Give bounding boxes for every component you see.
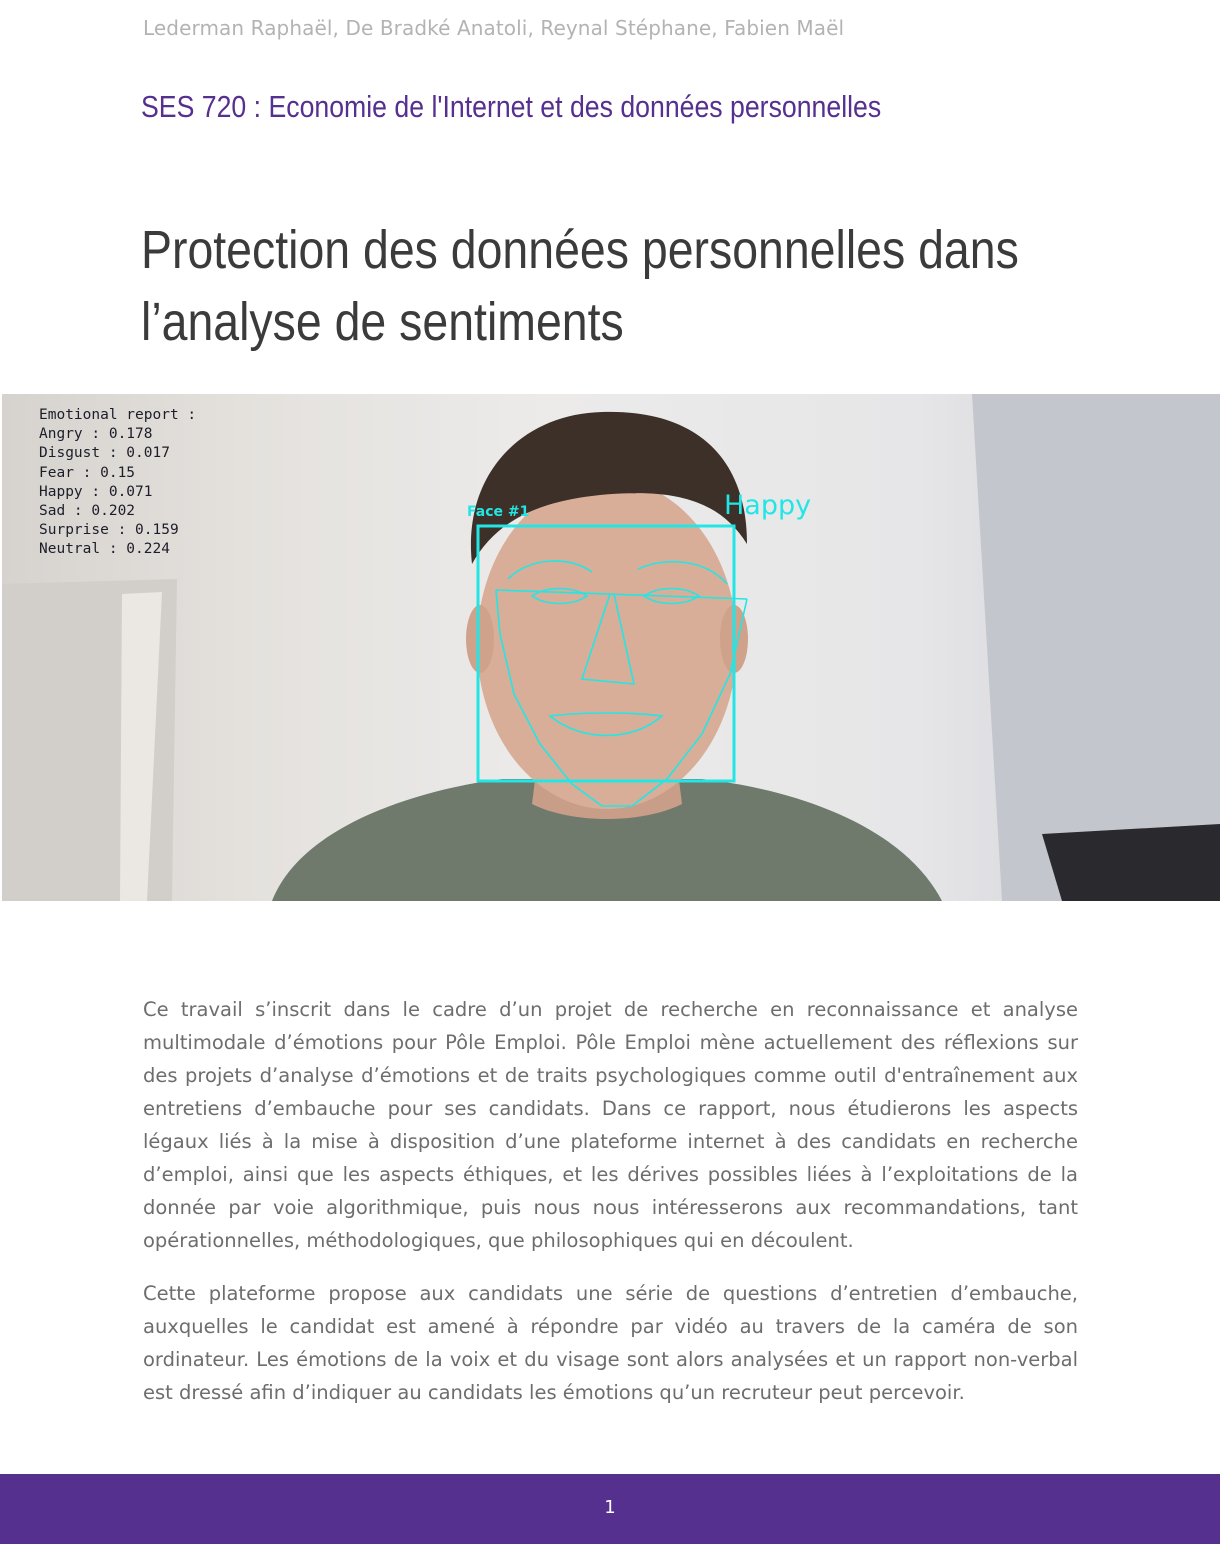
paragraph-1: Ce travail s’inscrit dans le cadre d’un … [143, 998, 1078, 1252]
report-line-neutral: Neutral : 0.224 [39, 541, 170, 558]
report-line-sad: Sad : 0.202 [39, 503, 136, 520]
detected-emotion-label: Happy [724, 490, 812, 521]
report-line-surprise: Surprise : 0.159 [39, 522, 179, 539]
report-line-happy: Happy : 0.071 [39, 483, 153, 500]
body-text: Ce travail s’inscrit dans le cadre d’un … [143, 993, 1078, 1429]
paragraph-2: Cette plateforme propose aux candidats u… [143, 1282, 1078, 1404]
document-title-line-2: l’analyse de sentiments [141, 292, 624, 352]
document-title-line-1: Protection des données personnelles dans [141, 220, 1019, 280]
desk-object [1042, 824, 1220, 901]
report-line-fear: Fear : 0.15 [39, 464, 136, 481]
authors-line: Lederman Raphaël, De Bradké Anatoli, Rey… [143, 16, 845, 40]
right-wall-shape [972, 394, 1220, 901]
report-line-disgust: Disgust : 0.017 [39, 445, 170, 462]
document-title: Protection des données personnelles dans… [141, 214, 1019, 358]
emotion-detection-photo: Emotional report : Angry : 0.178 Disgust… [2, 394, 1220, 901]
page-number: 1 [604, 1497, 616, 1518]
report-line-angry: Angry : 0.178 [39, 426, 153, 443]
left-ear-shape [466, 605, 494, 673]
face-shape [477, 479, 737, 809]
course-title: SES 720 : Economie de l'Internet et des … [141, 89, 882, 124]
face-label: Face #1 [467, 504, 530, 520]
emotional-report: Emotional report : Angry : 0.178 Disgust… [39, 406, 196, 560]
report-heading: Emotional report : [39, 407, 197, 423]
page-footer: 1 [0, 1474, 1220, 1544]
